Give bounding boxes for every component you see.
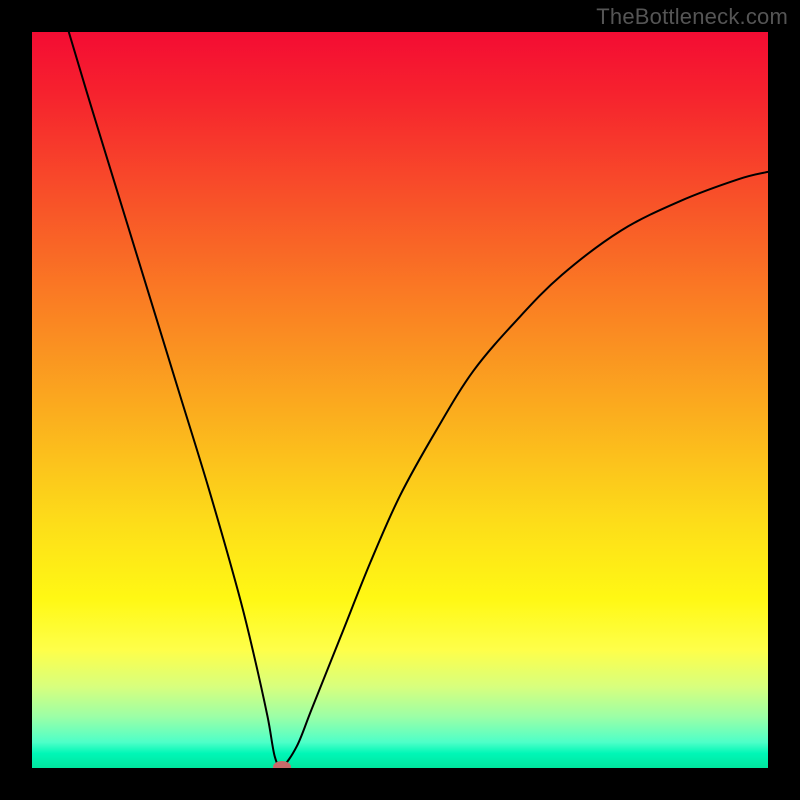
watermark-label: TheBottleneck.com [596, 4, 788, 30]
chart-frame: TheBottleneck.com [0, 0, 800, 800]
bottleneck-curve [32, 32, 768, 768]
optimal-point-marker [273, 761, 291, 768]
plot-area [32, 32, 768, 768]
